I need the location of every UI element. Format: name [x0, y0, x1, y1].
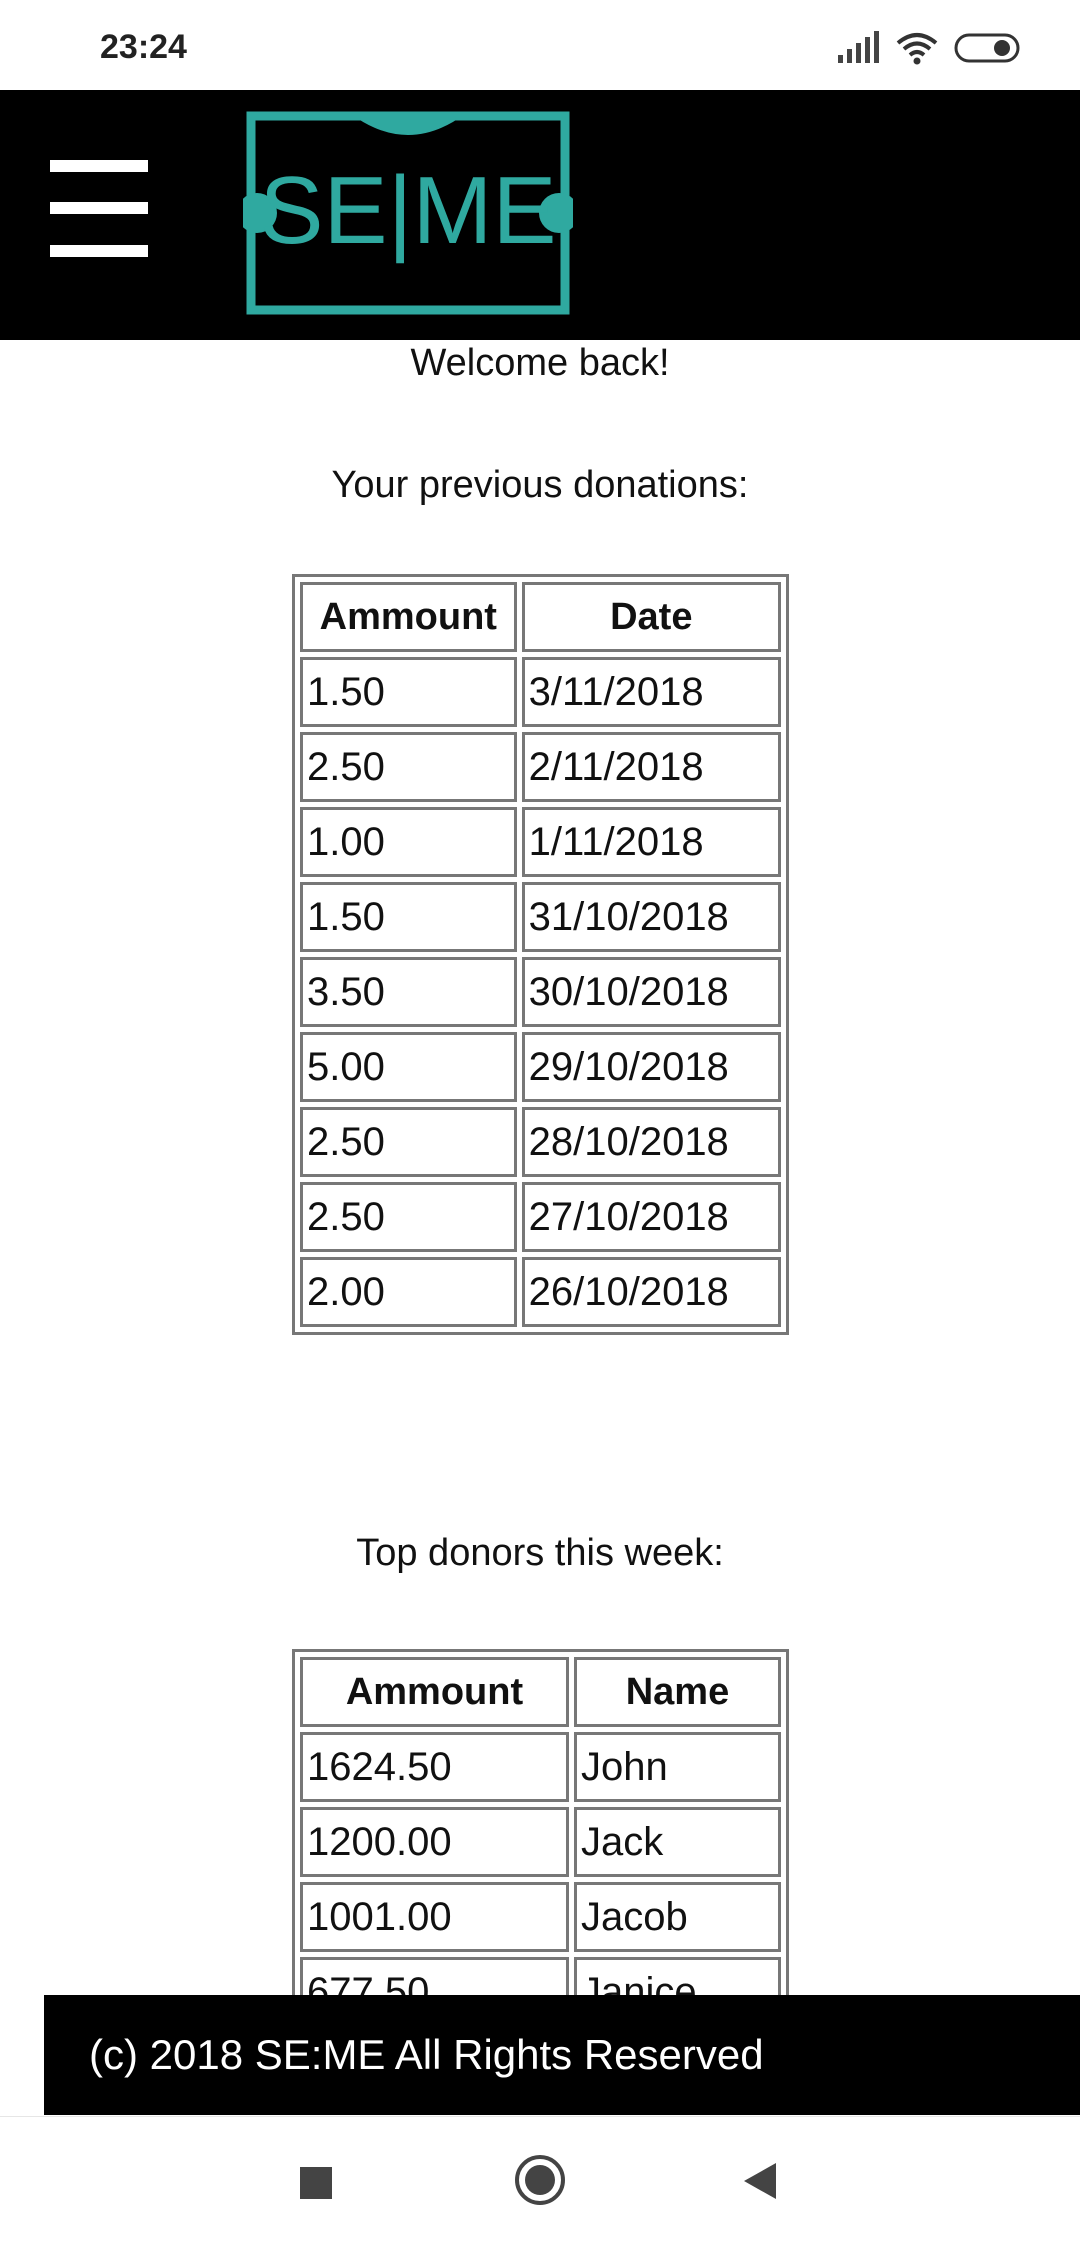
- donations-title: Your previous donations:: [331, 464, 749, 506]
- wifi-icon: [896, 33, 938, 65]
- amount-cell: 1.50: [300, 882, 517, 952]
- table-row: 677.50 Janice: [300, 1957, 781, 1995]
- home-circle-icon[interactable]: [514, 2154, 566, 2206]
- table-row: 3.50 30/10/2018: [300, 957, 781, 1027]
- seme-logo: SE|ME: [243, 111, 573, 315]
- name-cell: Janice: [573, 1957, 781, 1995]
- table-row: 2.50 27/10/2018: [300, 1182, 781, 1252]
- app-header: SE|ME: [0, 90, 1080, 340]
- copyright-text: (c) 2018 SE:ME All Rights Reserved: [89, 2031, 764, 2078]
- battery-icon: [954, 33, 1020, 63]
- footer: (c) 2018 SE:ME All Rights Reserved: [44, 1995, 1080, 2115]
- amount-cell: 1.50: [300, 657, 517, 727]
- date-cell: 26/10/2018: [521, 1257, 781, 1327]
- amount-cell: 2.00: [300, 1257, 517, 1327]
- signal-icon: [838, 31, 879, 63]
- date-cell: 29/10/2018: [521, 1032, 781, 1102]
- date-cell: 3/11/2018: [521, 657, 781, 727]
- date-cell: 1/11/2018: [521, 807, 781, 877]
- amount-cell: 1200.00: [300, 1807, 569, 1877]
- top-donors-table: Ammount Name 1624.50 John 1200.00 Jack 1…: [292, 1649, 789, 1995]
- amount-cell: 1.00: [300, 807, 517, 877]
- table-header-row: Ammount Date: [300, 582, 781, 652]
- date-cell: 28/10/2018: [521, 1107, 781, 1177]
- column-header-name: Name: [573, 1657, 781, 1727]
- back-triangle-icon[interactable]: [742, 2161, 778, 2201]
- table-row: 1001.00 Jacob: [300, 1882, 781, 1952]
- recents-square-icon[interactable]: [298, 2165, 334, 2201]
- logo-text: SE|ME: [260, 157, 557, 264]
- welcome-text: Welcome back!: [410, 342, 670, 384]
- amount-cell: 5.00: [300, 1032, 517, 1102]
- amount-cell: 2.50: [300, 1182, 517, 1252]
- status-bar: 23:24: [0, 0, 1080, 90]
- table-row: 2.50 2/11/2018: [300, 732, 781, 802]
- name-cell: John: [573, 1732, 781, 1802]
- date-cell: 31/10/2018: [521, 882, 781, 952]
- date-cell: 27/10/2018: [521, 1182, 781, 1252]
- status-time: 23:24: [100, 28, 187, 66]
- main-content: Welcome back! Your previous donations: A…: [0, 340, 1080, 1995]
- table-row: 5.00 29/10/2018: [300, 1032, 781, 1102]
- table-row: 2.50 28/10/2018: [300, 1107, 781, 1177]
- table-header-row: Ammount Name: [300, 1657, 781, 1727]
- amount-cell: 1001.00: [300, 1882, 569, 1952]
- table-row: 1.50 31/10/2018: [300, 882, 781, 952]
- donations-table: Ammount Date 1.50 3/11/2018 2.50 2/11/20…: [292, 574, 789, 1335]
- amount-cell: 3.50: [300, 957, 517, 1027]
- name-cell: Jack: [573, 1807, 781, 1877]
- top-donors-title: Top donors this week:: [356, 1532, 724, 1574]
- date-cell: 30/10/2018: [521, 957, 781, 1027]
- table-row: 1200.00 Jack: [300, 1807, 781, 1877]
- status-icons: [836, 28, 1022, 68]
- navigation-bar: [0, 2116, 1080, 2246]
- date-cell: 2/11/2018: [521, 732, 781, 802]
- name-cell: Jacob: [573, 1882, 781, 1952]
- column-header-date: Date: [521, 582, 781, 652]
- amount-cell: 1624.50: [300, 1732, 569, 1802]
- screen: 23:24 SE|ME Welcome back! Your previous …: [0, 0, 1080, 2246]
- table-row: 1624.50 John: [300, 1732, 781, 1802]
- amount-cell: 2.50: [300, 1107, 517, 1177]
- table-row: 1.50 3/11/2018: [300, 657, 781, 727]
- table-row: 2.00 26/10/2018: [300, 1257, 781, 1327]
- amount-cell: 677.50: [300, 1957, 569, 1995]
- hamburger-menu-icon[interactable]: [50, 160, 148, 258]
- column-header-amount: Ammount: [300, 582, 517, 652]
- column-header-amount: Ammount: [300, 1657, 569, 1727]
- amount-cell: 2.50: [300, 732, 517, 802]
- table-row: 1.00 1/11/2018: [300, 807, 781, 877]
